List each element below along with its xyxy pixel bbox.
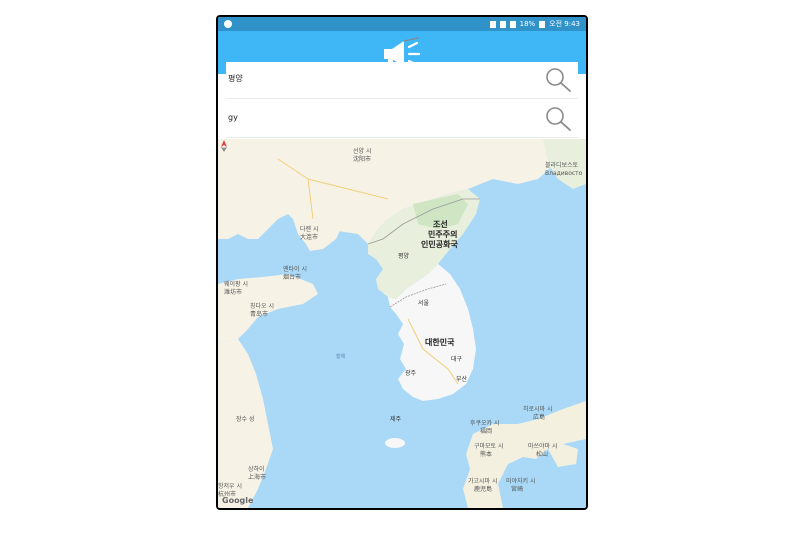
map-label: 다롄 시	[300, 226, 319, 233]
map-label: 상하이	[248, 466, 265, 473]
search-box-1	[226, 62, 578, 99]
map-label: 沈阳市	[353, 156, 372, 163]
map-label: Владивосто	[545, 170, 583, 177]
map-label: 福岡	[480, 428, 493, 435]
clock: 오전 9:43	[549, 20, 580, 28]
map-label: 서울	[418, 300, 430, 307]
map-label: 熊本	[480, 451, 493, 458]
map-label: 황해	[336, 354, 346, 360]
map-label: 히로시마 시	[523, 406, 553, 413]
map-label: 웨이팡 시	[224, 281, 248, 288]
map-label: 인민공화국	[421, 240, 458, 249]
search-icon[interactable]	[544, 66, 572, 94]
battery-icon	[539, 20, 546, 28]
status-bar: 18% 오전 9:43	[218, 17, 586, 31]
wifi-icon	[509, 20, 516, 28]
compass-icon[interactable]	[218, 139, 230, 153]
search-input-1[interactable]	[228, 74, 528, 83]
google-logo: Google	[222, 496, 254, 505]
map-label: 上海市	[248, 474, 267, 481]
map-label: 민주주의	[428, 230, 458, 239]
tablet-frame: 18% 오전 9:43 평양 gy 조선 민주주의 인민공화국 대한민국 평양 …	[216, 15, 588, 510]
map-label: 항저우 시	[218, 483, 242, 490]
map-label: 青岛市	[250, 311, 269, 318]
map-label: 평양	[398, 253, 410, 260]
map-label: 松山	[536, 451, 549, 458]
map-label: 潍坊市	[224, 289, 243, 296]
status-right: 18% 오전 9:43	[489, 19, 580, 29]
map-label: 宮崎	[511, 486, 524, 493]
map-label: 烟台市	[283, 274, 302, 281]
search-box-2	[226, 101, 578, 138]
map-label: 大连市	[300, 234, 319, 241]
notification-icon	[224, 20, 232, 28]
map-label: 구마모토 시	[474, 443, 504, 450]
map-label: 広島	[533, 414, 546, 421]
map-view[interactable]: 조선 민주주의 인민공화국 대한민국 평양 서울 대구 광주 부산 제주 선양 …	[218, 139, 586, 508]
map-label: 후쿠오카 시	[470, 420, 500, 427]
map-label: 칭다오 시	[250, 303, 274, 310]
map-label: 鹿児島	[474, 486, 493, 493]
battery-percent: 18%	[519, 20, 536, 28]
alarm-icon	[489, 20, 496, 28]
map-label: 블라디보스토	[545, 162, 579, 169]
map-label: 장수 성	[236, 416, 255, 423]
map-label: 대한민국	[425, 338, 455, 347]
map-label: 광주	[405, 370, 417, 377]
map-label: 옌타이 시	[283, 266, 307, 273]
map-label: 대구	[451, 356, 463, 363]
map-label: 가고시마 시	[468, 478, 498, 485]
map-land	[218, 139, 586, 508]
mute-icon	[499, 20, 506, 28]
search-input-2[interactable]	[228, 113, 528, 122]
map-label: 조선	[433, 220, 448, 229]
map-label: 선양 시	[353, 148, 372, 155]
search-icon[interactable]	[544, 105, 572, 133]
map-label: 미야자키 시	[506, 478, 536, 485]
map-label: 제주	[390, 416, 402, 423]
map-label: 마쓰야마 시	[528, 443, 558, 450]
map-label: 부산	[456, 376, 468, 383]
